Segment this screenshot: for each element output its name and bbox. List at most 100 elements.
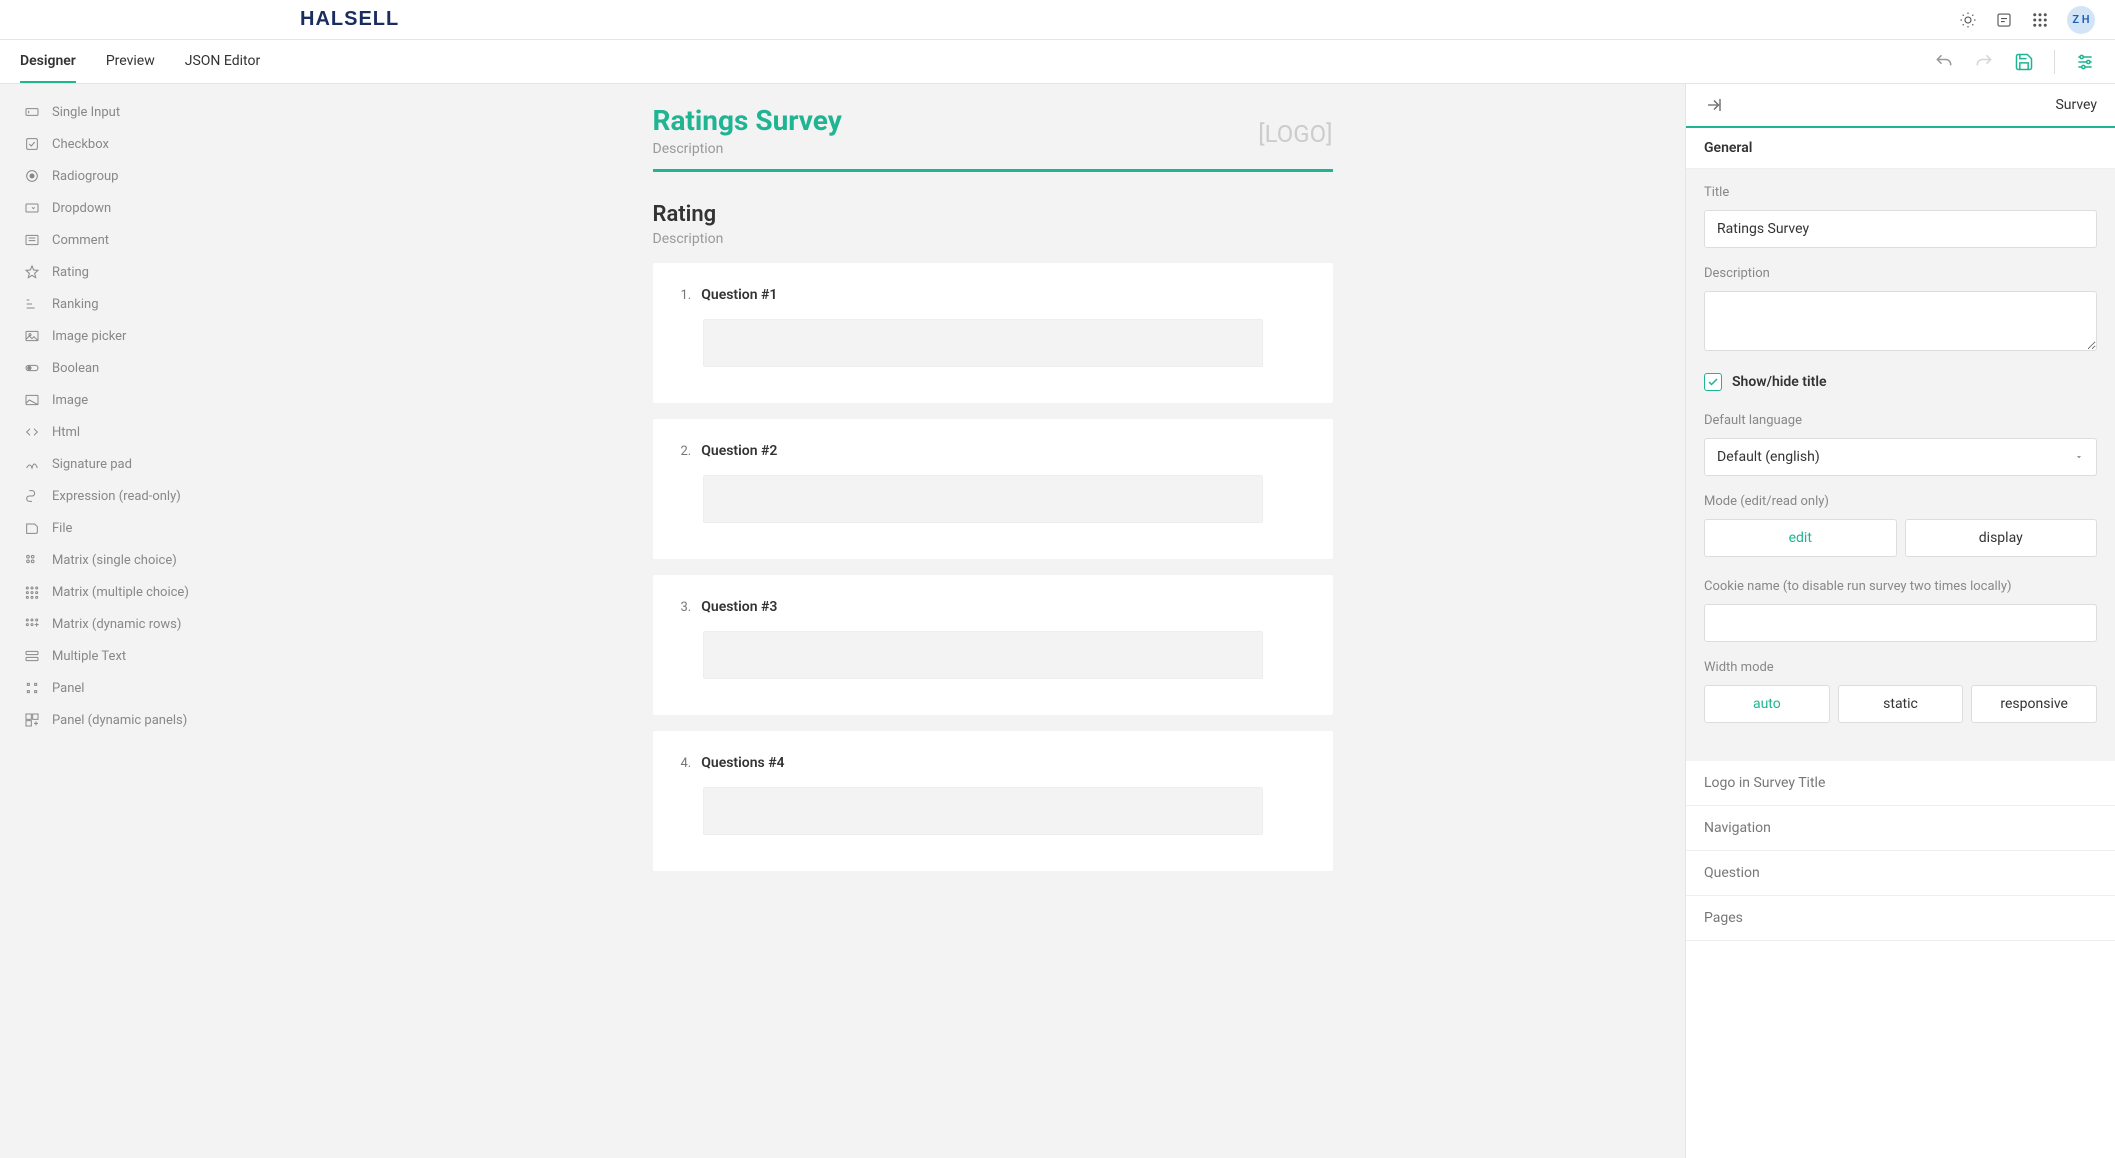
toolbox-item-text-input[interactable]: Single Input (0, 96, 300, 128)
question-input[interactable] (703, 319, 1263, 367)
toolbox-item-label: Single Input (52, 105, 120, 120)
toolbox-item-label: Panel (dynamic panels) (52, 713, 187, 728)
toolbox-item-file[interactable]: File (0, 512, 300, 544)
accordion-item[interactable]: Pages (1686, 896, 2115, 941)
lang-value: Default (english) (1717, 449, 1820, 465)
toolbox-item-label: Matrix (single choice) (52, 553, 177, 568)
toolbox-item-ranking[interactable]: Ranking (0, 288, 300, 320)
survey-title[interactable]: Ratings Survey (653, 104, 842, 137)
question-number: 3. (681, 599, 692, 615)
question-number: 1. (681, 287, 692, 303)
toolbox-item-matrix-dyn[interactable]: Matrix (dynamic rows) (0, 608, 300, 640)
matrix-multi-icon (24, 584, 40, 600)
toolbox-item-html[interactable]: Html (0, 416, 300, 448)
checkbox-icon (24, 136, 40, 152)
toggle-icon (24, 360, 40, 376)
properties-panel: Survey General Title Description Show/hi… (1685, 84, 2115, 1158)
mode-display-button[interactable]: display (1905, 519, 2098, 557)
toolbox-item-label: Checkbox (52, 137, 109, 152)
toolbox-item-radio[interactable]: Radiogroup (0, 160, 300, 192)
question-input[interactable] (703, 631, 1263, 679)
lang-select[interactable]: Default (english) (1704, 438, 2097, 476)
toolbox-item-dropdown[interactable]: Dropdown (0, 192, 300, 224)
question-text: Questions #4 (701, 755, 784, 771)
title-input[interactable] (1704, 210, 2097, 248)
panel-icon (24, 680, 40, 696)
toolbox-item-label: Matrix (multiple choice) (52, 585, 189, 600)
show-hide-checkbox[interactable] (1704, 373, 1722, 391)
redo-icon[interactable] (1974, 52, 1994, 72)
toolbox-item-matrix-single[interactable]: Matrix (single choice) (0, 544, 300, 576)
toolbox-item-checkbox[interactable]: Checkbox (0, 128, 300, 160)
undo-icon[interactable] (1934, 52, 1954, 72)
toolbox-item-toggle[interactable]: Boolean (0, 352, 300, 384)
toolbox-item-function[interactable]: Expression (read-only) (0, 480, 300, 512)
toolbox-item-label: Html (52, 425, 80, 440)
lang-label: Default language (1704, 413, 2097, 428)
logo-placeholder[interactable]: [LOGO] (1258, 120, 1332, 148)
panel-dyn-icon (24, 712, 40, 728)
survey-description[interactable]: Description (653, 141, 842, 157)
width-responsive-button[interactable]: responsive (1971, 685, 2097, 723)
collapse-panel-icon[interactable] (1704, 95, 1724, 115)
toolbox-item-image-picker[interactable]: Image picker (0, 320, 300, 352)
html-icon (24, 424, 40, 440)
avatar[interactable]: Z H (2067, 6, 2095, 34)
cookie-label: Cookie name (to disable run survey two t… (1704, 579, 2097, 594)
toolbox-item-label: Expression (read-only) (52, 489, 181, 504)
toolbox-item-panel[interactable]: Panel (0, 672, 300, 704)
file-icon (24, 520, 40, 536)
mode-edit-button[interactable]: edit (1704, 519, 1897, 557)
note-icon[interactable] (1995, 11, 2013, 29)
text-input-icon (24, 104, 40, 120)
theme-icon[interactable] (1959, 11, 1977, 29)
save-icon[interactable] (2014, 52, 2034, 72)
toolbox-item-matrix-multi[interactable]: Matrix (multiple choice) (0, 576, 300, 608)
ranking-icon (24, 296, 40, 312)
toolbox-item-label: Signature pad (52, 457, 132, 472)
question-number: 4. (681, 755, 692, 771)
question-card[interactable]: 2.Question #2 (653, 419, 1333, 559)
question-card[interactable]: 1. Question #1 (653, 263, 1333, 403)
toolbox-item-comment[interactable]: Comment (0, 224, 300, 256)
tab-preview[interactable]: Preview (106, 40, 155, 83)
section-description[interactable]: Description (653, 231, 1333, 247)
signature-icon (24, 456, 40, 472)
accordion-item[interactable]: Question (1686, 851, 2115, 896)
question-input[interactable] (703, 787, 1263, 835)
width-auto-button[interactable]: auto (1704, 685, 1830, 723)
accordion-item[interactable]: Navigation (1686, 806, 2115, 851)
tab-designer[interactable]: Designer (20, 40, 76, 83)
question-card[interactable]: 4. Questions #4 (653, 731, 1333, 871)
toolbox-item-label: Multiple Text (52, 649, 126, 664)
description-input[interactable] (1704, 291, 2097, 351)
toolbox-item-multitext[interactable]: Multiple Text (0, 640, 300, 672)
question-card[interactable]: 3.Question #3 (653, 575, 1333, 715)
apps-icon[interactable] (2031, 11, 2049, 29)
mode-label: Mode (edit/read only) (1704, 494, 2097, 509)
settings-icon[interactable] (2075, 52, 2095, 72)
question-input[interactable] (703, 475, 1263, 523)
toolbox-item-signature[interactable]: Signature pad (0, 448, 300, 480)
panel-section-general[interactable]: General (1686, 128, 2115, 169)
matrix-single-icon (24, 552, 40, 568)
toolbox-item-label: Boolean (52, 361, 99, 376)
toolbox-item-label: Image (52, 393, 88, 408)
tab-json[interactable]: JSON Editor (185, 40, 260, 83)
function-icon (24, 488, 40, 504)
radio-icon (24, 168, 40, 184)
toolbox-item-star[interactable]: Rating (0, 256, 300, 288)
cookie-input[interactable] (1704, 604, 2097, 642)
section-title[interactable]: Rating (653, 202, 1333, 227)
toolbox-item-label: Ranking (52, 297, 99, 312)
toolbox-item-label: File (52, 521, 72, 536)
accordion-item[interactable]: Logo in Survey Title (1686, 761, 2115, 806)
width-static-button[interactable]: static (1838, 685, 1964, 723)
star-icon (24, 264, 40, 280)
toolbox-item-image[interactable]: Image (0, 384, 300, 416)
question-text: Question #1 (701, 287, 777, 303)
panel-title: Survey (2055, 97, 2097, 113)
toolbox-item-panel-dyn[interactable]: Panel (dynamic panels) (0, 704, 300, 736)
toolbox-item-label: Image picker (52, 329, 126, 344)
image-picker-icon (24, 328, 40, 344)
